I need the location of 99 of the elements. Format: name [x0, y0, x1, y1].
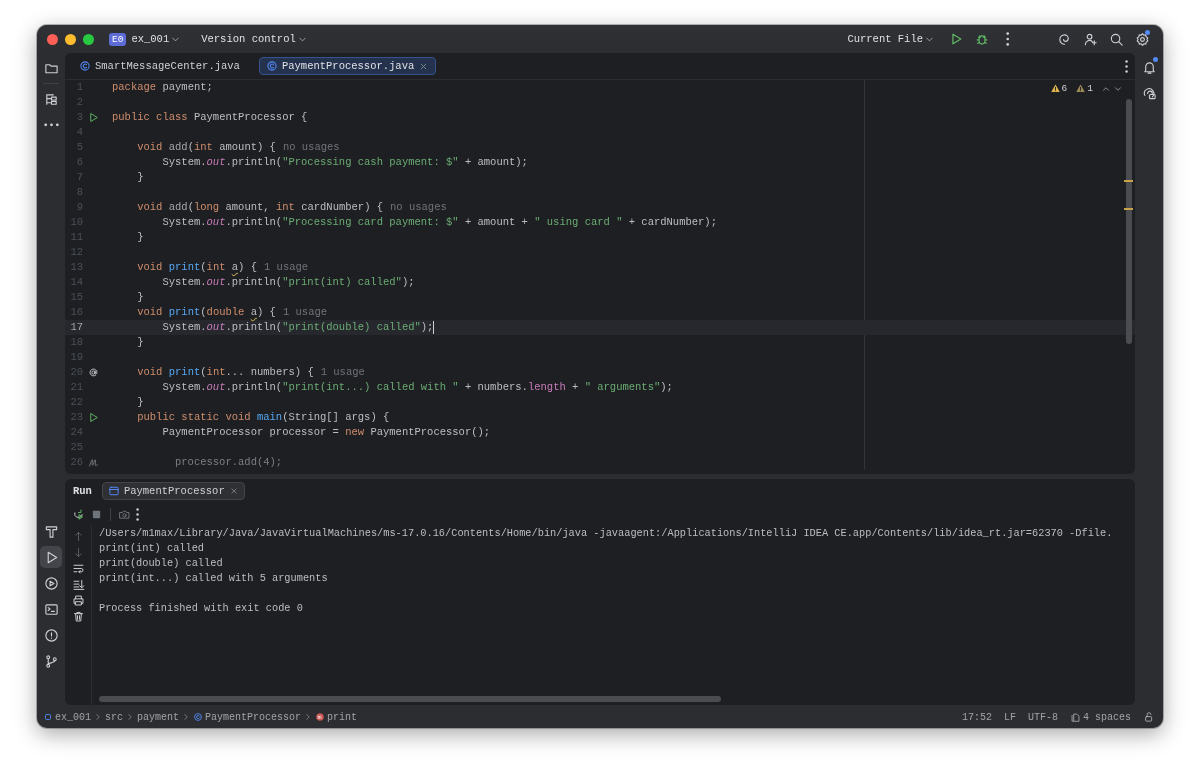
- code-text: }: [136, 395, 144, 410]
- usage-hint[interactable]: no usages: [282, 140, 340, 155]
- search-icon[interactable]: [1108, 31, 1124, 47]
- hammer-icon: [43, 523, 59, 539]
- run-tool-button[interactable]: [40, 546, 62, 568]
- code-text: }: [136, 170, 144, 185]
- chevron-right-icon: [93, 712, 103, 722]
- run-tab[interactable]: PaymentProcessor: [101, 482, 245, 500]
- console-line: Process finished with exit code 0: [99, 601, 304, 616]
- scroll-to-end-icon[interactable]: [71, 578, 85, 591]
- project-selector[interactable]: ex_001: [131, 33, 182, 45]
- warning-count: 6: [1061, 83, 1068, 94]
- console-line: /Users/m1max/Library/Java/JavaVirtualMachines/ms-17.0.16/Contents/Home/bin/java -javaagent:/Applications/IntelliJ IDEA CE.app/Contents/lib/idea_rt.jar=62370 -Dfile.: [99, 526, 1114, 541]
- code-text: void print(double a) {: [136, 305, 276, 320]
- warning-count: 1: [1087, 83, 1093, 94]
- ai-suggestion-icon: [87, 457, 99, 468]
- console-line: print(double) called: [99, 556, 224, 571]
- code-text: void print(int a) {: [136, 260, 257, 275]
- text-caret: [433, 321, 435, 334]
- editor-tab[interactable]: PaymentProcessor.java: [258, 57, 437, 75]
- warning-icon: [1049, 83, 1061, 94]
- code-text: System.out.println("print(int...) called with " + numbers.length + " arguments");: [161, 380, 673, 395]
- window-icon: [107, 485, 120, 497]
- vcs-selector[interactable]: Version control: [201, 33, 308, 45]
- annotation-icon[interactable]: [87, 367, 99, 378]
- ai-chat-icon[interactable]: [1141, 85, 1157, 101]
- close-button[interactable]: [47, 33, 58, 45]
- code-text: void print(int... numbers) {: [136, 365, 314, 380]
- scrollbar-thumb[interactable]: [99, 696, 721, 702]
- breadcrumb[interactable]: PaymentProcessor: [193, 711, 302, 723]
- code-text: }: [136, 335, 144, 350]
- spiral-icon[interactable]: [1056, 31, 1072, 47]
- console-line: print(int...) called with 5 arguments: [99, 571, 329, 586]
- more-icon[interactable]: [1006, 32, 1010, 46]
- code-text: public static void main(String[] args) {: [136, 410, 390, 425]
- breadcrumb[interactable]: src: [105, 711, 124, 723]
- line-number: 17: [69, 320, 83, 335]
- code-text: }: [136, 230, 144, 245]
- run-icon[interactable]: [949, 32, 963, 46]
- line-ending[interactable]: LF: [1003, 711, 1016, 723]
- usage-hint[interactable]: 1 usage: [282, 305, 328, 320]
- code-text: System.out.println("print(int) called");: [161, 275, 415, 290]
- class-icon: [193, 712, 204, 722]
- warning-marker[interactable]: [1124, 180, 1133, 182]
- inspection-widget[interactable]: 6 1: [1049, 83, 1123, 94]
- services-icon: [43, 575, 59, 591]
- panel-title: Run: [73, 485, 92, 497]
- git-branch-icon: [43, 653, 59, 669]
- code-text: package payment;: [112, 80, 213, 95]
- code-text: System.out.println("Processing card payment: $" + amount + " using card " + cardNumber);: [161, 215, 717, 230]
- code-text: System.out.println("Processing cash payment: $" + amount);: [161, 155, 528, 170]
- breadcrumb[interactable]: ex_001: [43, 711, 91, 723]
- warning-marker[interactable]: [1124, 208, 1133, 210]
- code-text: void add(long amount, int cardNumber) {: [136, 200, 384, 215]
- code-text: void add(int amount) {: [136, 140, 276, 155]
- debug-icon[interactable]: [975, 32, 989, 46]
- problems-icon: [43, 627, 59, 643]
- settings-icon[interactable]: [1134, 31, 1150, 47]
- scrollbar-thumb[interactable]: [1126, 99, 1132, 344]
- console-line: print(int) called: [99, 541, 206, 556]
- bell-icon[interactable]: [1141, 59, 1157, 75]
- more-icon[interactable]: [136, 507, 140, 521]
- breadcrumb[interactable]: print: [315, 711, 358, 723]
- java-file-icon: [265, 60, 278, 72]
- usage-hint[interactable]: 1 usage: [320, 365, 365, 380]
- zoom-button[interactable]: [83, 33, 94, 45]
- code-text: }: [136, 290, 144, 305]
- code-text: System.out.println("print(double) called");: [161, 320, 434, 335]
- code-text: PaymentProcessor processor = new PaymentProcessor();: [161, 425, 491, 440]
- print-icon[interactable]: [71, 594, 85, 607]
- module-icon: [43, 712, 53, 722]
- file-icon: [1070, 711, 1081, 723]
- more-icon[interactable]: [1124, 59, 1128, 73]
- indent-setting[interactable]: 4 spaces: [1070, 711, 1131, 723]
- method-icon: [315, 712, 326, 722]
- more-icon: [43, 123, 59, 127]
- breadcrumb[interactable]: payment: [137, 711, 180, 723]
- lock-icon[interactable]: [1143, 711, 1155, 723]
- editor-tab[interactable]: SmartMessageCenter.java: [72, 57, 247, 75]
- add-user-icon[interactable]: [1082, 31, 1098, 47]
- trash-icon[interactable]: [71, 610, 85, 623]
- java-file-icon: [79, 60, 91, 72]
- code-text: processor.add(4);: [174, 455, 283, 470]
- encoding[interactable]: UTF-8: [1027, 711, 1058, 723]
- warning-icon: [1075, 83, 1087, 94]
- run-config-selector[interactable]: Current File: [847, 33, 935, 45]
- code-text: public class PaymentProcessor {: [112, 110, 308, 125]
- minimize-button[interactable]: [65, 33, 76, 45]
- run-icon[interactable]: [87, 112, 99, 123]
- soft-wrap-icon[interactable]: [71, 562, 85, 575]
- rerun-icon[interactable]: [72, 507, 85, 521]
- usage-hint[interactable]: no usages: [390, 200, 447, 215]
- usage-hint[interactable]: 1 usage: [264, 260, 309, 275]
- caret-position[interactable]: 17:52: [961, 711, 992, 723]
- project-badge: E0: [109, 32, 127, 46]
- run-icon[interactable]: [87, 412, 99, 423]
- structure-icon: [43, 91, 59, 107]
- terminal-icon: [43, 601, 59, 617]
- close-icon[interactable]: [228, 486, 239, 496]
